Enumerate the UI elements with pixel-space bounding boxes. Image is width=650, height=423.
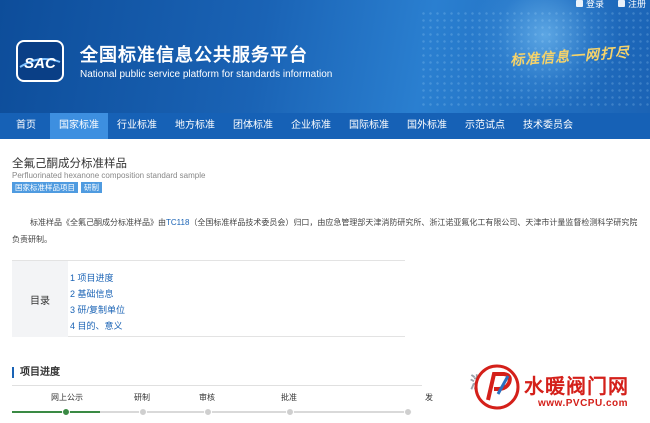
step-label-review: 审核 [199,393,215,402]
nav-international-standards[interactable]: 国际标准 [340,113,398,139]
nav-enterprise-standards[interactable]: 企业标准 [282,113,340,139]
login-label: 登录 [585,0,604,9]
site-title: 全国标准信息公共服务平台 [80,45,308,65]
table-of-contents: 目录 1 项目进度 2 基础信息 3 研/复制单位 4 目的、意义 [12,260,405,337]
site-header: 登录 注册 SAC 全国标准信息公共服务平台 National public s… [0,0,650,113]
status-badge: 研制 [81,182,102,193]
main-nav: 首页 国家标准 行业标准 地方标准 团体标准 企业标准 国际标准 国外标准 示范… [0,113,650,139]
page-subtitle: Perfluorinated hexanone composition stan… [12,171,206,180]
step-dot-development [139,408,147,416]
step-dot-approval [286,408,294,416]
nav-technical-committees[interactable]: 技术委员会 [514,113,582,139]
progress-section-title: 项目进度 [12,367,60,378]
step-dot-review [204,408,212,416]
watermark-logo-icon [474,364,520,410]
top-links: 登录 注册 [575,0,646,10]
nav-industry-standards[interactable]: 行业标准 [108,113,166,139]
status-tags: 国家标准样品项目 研制 [12,182,102,193]
section-divider [12,385,422,386]
toc-item-purpose[interactable]: 4 目的、意义 [70,318,125,334]
register-link[interactable]: 注册 [617,0,646,10]
step-label-release: 发 [425,393,433,402]
standard-description: 标准样品《全氟己酮成分标准样品》由TC118（全国标准样品技术委员会）归口，由应… [12,214,642,248]
watermark-site-name: 水暖阀门网 [524,376,629,398]
committee-link[interactable]: TC118 [166,218,189,227]
toc-item-progress[interactable]: 1 项目进度 [70,270,125,286]
edit-icon [617,0,625,7]
watermark-url: www.PVCPU.com [538,398,629,409]
nav-national-standards[interactable]: 国家标准 [50,113,108,139]
nav-group-standards[interactable]: 团体标准 [224,113,282,139]
login-link[interactable]: 登录 [575,0,604,10]
toc-item-developers[interactable]: 3 研/复制单位 [70,302,125,318]
step-label-public-notice: 网上公示 [51,393,83,402]
progress-timeline: 网上公示 研制 审核 批准 发 [0,392,440,423]
page-title: 全氟己酮成分标准样品 [12,158,127,170]
toc-label: 目录 [12,261,68,337]
step-dot-release [404,408,412,416]
user-icon [575,0,583,7]
logo-text: SAC [24,55,57,72]
description-text-before: 标准样品《全氟己酮成分标准样品》由 [30,218,166,227]
timeline-completed-track [12,411,100,413]
nav-local-standards[interactable]: 地方标准 [166,113,224,139]
site-subtitle: National public service platform for sta… [80,69,333,80]
toc-item-basic-info[interactable]: 2 基础信息 [70,286,125,302]
register-label: 注册 [627,0,646,9]
step-dot-public-notice [62,408,70,416]
step-label-approval: 批准 [281,393,297,402]
nav-home[interactable]: 首页 [0,113,50,139]
step-label-development: 研制 [134,393,150,402]
nav-demonstration-pilots[interactable]: 示范试点 [456,113,514,139]
sac-logo[interactable]: SAC [16,40,64,82]
toc-list: 1 项目进度 2 基础信息 3 研/复制单位 4 目的、意义 [70,270,125,334]
project-type-badge: 国家标准样品项目 [12,182,78,193]
nav-foreign-standards[interactable]: 国外标准 [398,113,456,139]
